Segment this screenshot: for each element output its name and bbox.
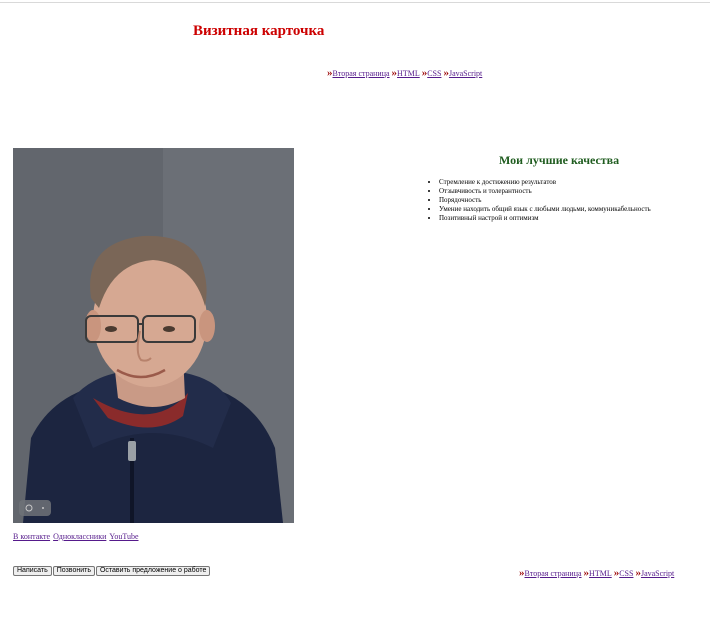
nav-link-javascript[interactable]: JavaScript (449, 69, 482, 78)
social-link-odnoklassniki[interactable]: Одноклассники (53, 532, 106, 541)
social-link-youtube[interactable]: YouTube (109, 532, 138, 541)
nav-arrow-icon: » (519, 567, 524, 579)
nav-arrow-icon: » (443, 67, 448, 79)
call-button[interactable]: Позвонить (52, 566, 95, 576)
nav-arrow-icon: » (421, 67, 427, 79)
list-item: Позитивный настрой и оптимизм (439, 214, 651, 223)
social-link-vkontakte[interactable]: В контакте (13, 532, 50, 541)
qualities-list: Стремление к достижению результатов Отзы… (427, 178, 651, 223)
action-buttons: Написать Позвонить Оставить предложение о … (13, 557, 211, 576)
social-links: В контакте Одноклассники YouTube (13, 532, 142, 541)
portrait-illustration (13, 148, 294, 523)
nav-link-css[interactable]: CSS (619, 569, 633, 578)
list-item: Отзывчивость и толерантность (439, 187, 651, 196)
nav-arrow-icon: » (635, 567, 640, 579)
qualities-title: Мои лучшие качества (499, 153, 620, 167)
list-item: Порядочность (439, 196, 651, 205)
list-item: Стремление к достижению результатов (439, 178, 651, 187)
top-divider (0, 2, 710, 3)
nav-link-second-page[interactable]: Вторая страница (525, 569, 582, 578)
nav-link-javascript[interactable]: JavaScript (641, 569, 674, 578)
nav-link-html[interactable]: HTML (589, 569, 612, 578)
nav-arrow-icon: » (327, 67, 332, 79)
bottom-nav: » Вторая страница» HTML» CSS» JavaScript (519, 567, 676, 579)
write-button[interactable]: Написать (13, 566, 52, 576)
nav-link-html[interactable]: HTML (397, 69, 420, 78)
job-offer-button[interactable]: Оставить предложение о работе (95, 566, 211, 576)
nav-link-second-page[interactable]: Вторая страница (333, 69, 390, 78)
profile-photo (13, 148, 294, 523)
nav-arrow-icon: » (583, 567, 589, 579)
top-nav: » Вторая страница» HTML» CSS» JavaScript (327, 67, 484, 79)
list-item: Умение находить общий язык с любыми людь… (439, 205, 651, 214)
page-title: Визитная карточка (193, 23, 325, 39)
nav-arrow-icon: » (613, 567, 619, 579)
nav-arrow-icon: » (391, 67, 397, 79)
nav-link-css[interactable]: CSS (427, 69, 441, 78)
